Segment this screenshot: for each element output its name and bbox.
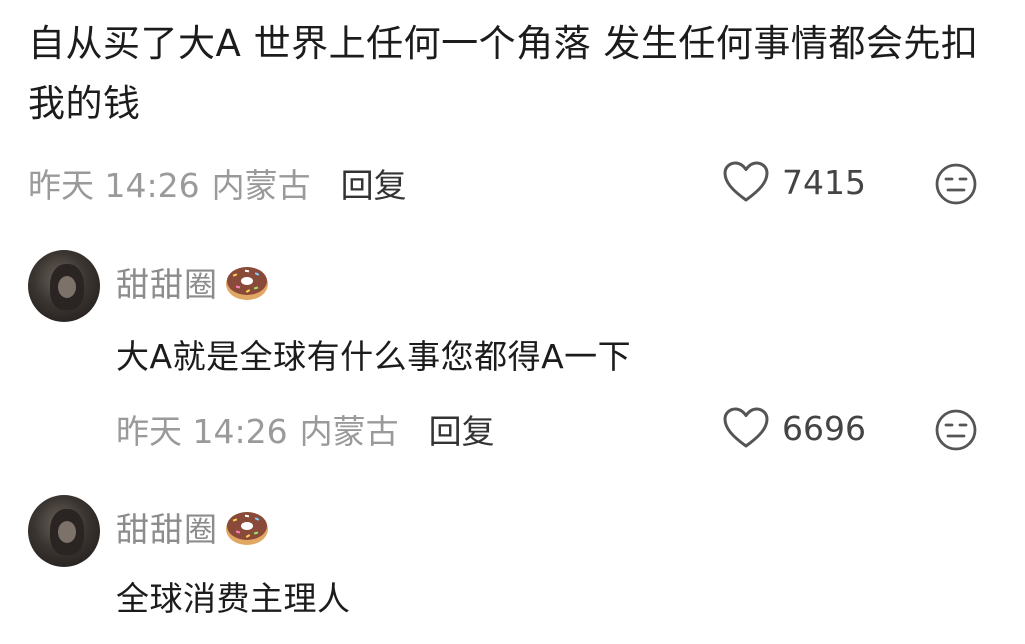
comment-location: 内蒙古 — [211, 166, 311, 205]
donut-icon — [226, 267, 268, 300]
neutral-face-icon[interactable] — [934, 162, 978, 206]
reply-2-username-row: 甜甜圈 — [116, 503, 270, 551]
neutral-face-icon[interactable] — [934, 408, 978, 452]
like-button[interactable]: 6696 — [722, 406, 866, 450]
reply-1-meta: 昨天 14:26 内蒙古 回复 — [116, 406, 495, 452]
like-button[interactable]: 7415 — [722, 160, 866, 204]
username[interactable]: 甜甜圈 — [116, 503, 218, 551]
like-count: 6696 — [782, 408, 866, 448]
like-count: 7415 — [782, 162, 866, 202]
reply-time: 昨天 14:26 — [116, 412, 288, 451]
reply-2-text: 全球消费主理人 — [116, 579, 351, 618]
reply-button[interactable]: 回复 — [341, 159, 407, 207]
avatar[interactable] — [28, 250, 100, 322]
reply-1-username-row: 甜甜圈 — [116, 258, 270, 306]
avatar[interactable] — [28, 495, 100, 567]
reply-button[interactable]: 回复 — [429, 405, 495, 453]
heart-icon — [723, 407, 769, 448]
main-comment-text: 自从买了大A 世界上任何一个角落 发生任何事情都会先扣我的钱 — [28, 22, 979, 125]
username[interactable]: 甜甜圈 — [116, 258, 218, 306]
reply-location: 内蒙古 — [299, 412, 399, 451]
main-comment-meta: 昨天 14:26 内蒙古 回复 — [28, 160, 407, 206]
reply-1-text: 大A就是全球有什么事您都得A一下 — [116, 337, 632, 376]
comment-time: 昨天 14:26 — [28, 166, 200, 205]
donut-icon — [226, 512, 268, 545]
heart-icon — [723, 161, 769, 202]
